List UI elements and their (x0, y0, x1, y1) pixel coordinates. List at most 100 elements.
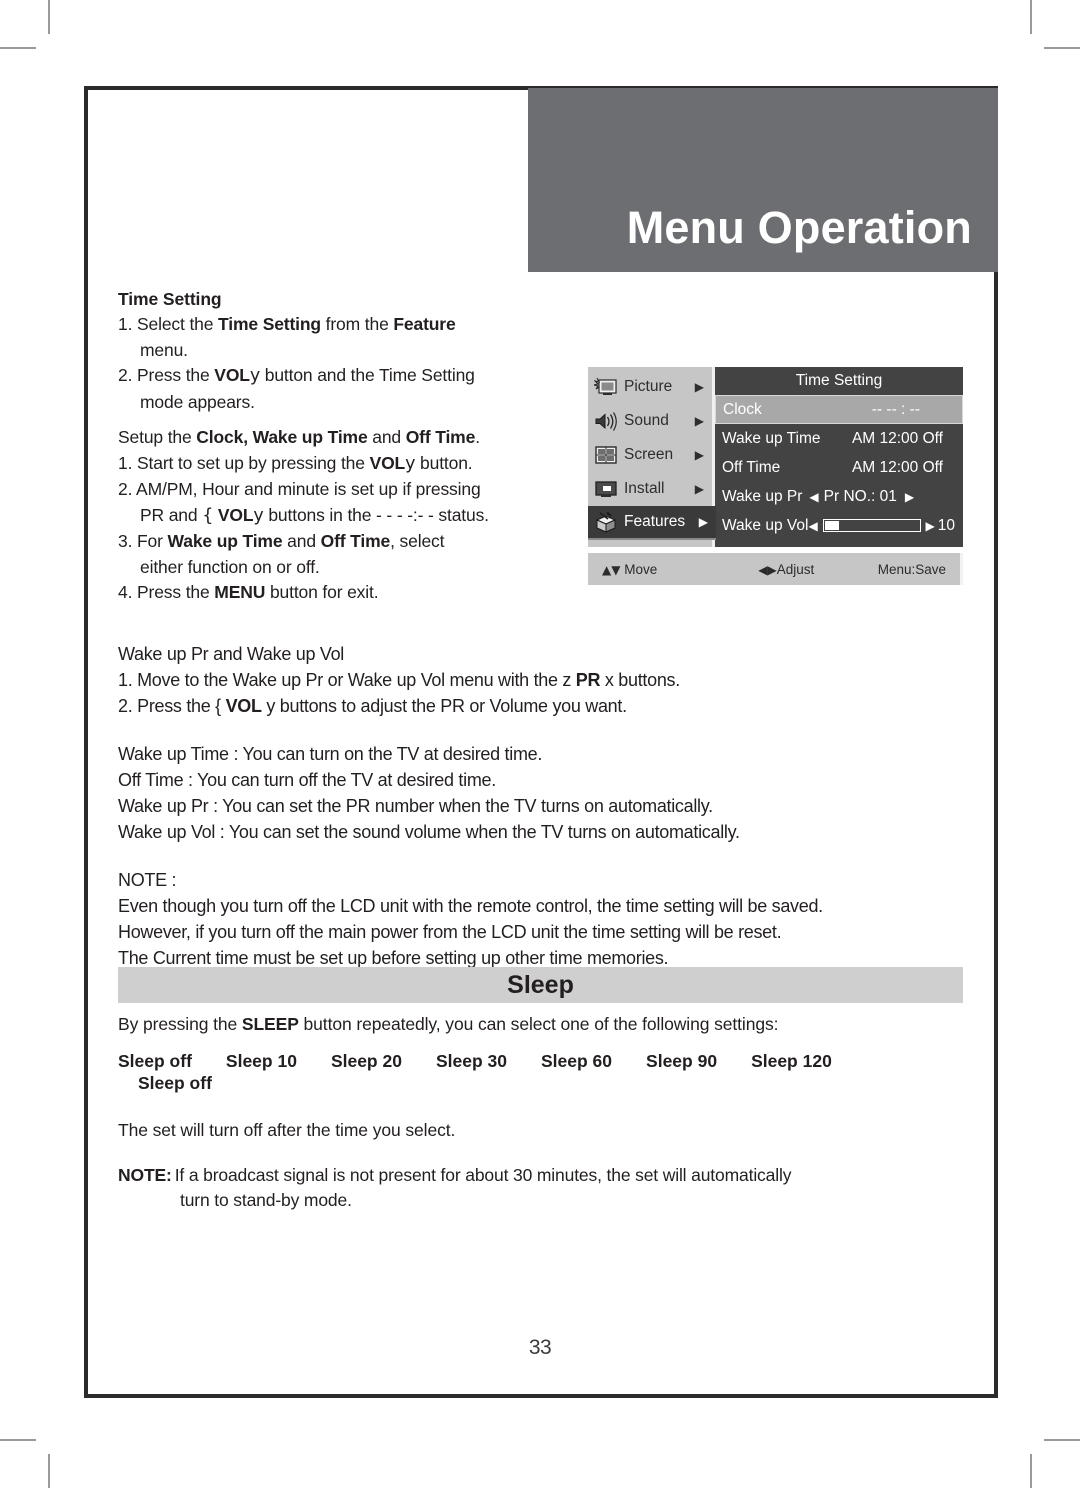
wake-step1-a: 1. Move to the Wake up Pr or Wake up Vol… (118, 670, 576, 690)
osd-row-wake-up-vol[interactable]: Wake up Vol ◀ ▶ 10 (715, 511, 963, 540)
desc-wake-up-time: Wake up Time : You can turn on the TV at… (118, 744, 543, 764)
wake-up-step-1: 1. Move to the Wake up Pr or Wake up Vol… (118, 667, 968, 693)
setup-off-time-bold: Off Time (405, 427, 476, 447)
crop-mark-top-left-vertical (48, 0, 50, 34)
setup-step1-vol-bold: VOL (369, 452, 406, 473)
setup-step-2-cont: PR and { VOLy buttons in the - - - -:- -… (118, 503, 580, 530)
sleep-option: Sleep 10 (225, 1051, 297, 1071)
osd-row-clock[interactable]: Clock -- -- : -- (715, 395, 963, 424)
vol-down-arrow-icon: y (405, 453, 416, 474)
osd-row-label: Clock (723, 400, 762, 418)
sleep-section-title: Sleep (507, 970, 574, 999)
vol-down-arrow-icon: y (249, 366, 261, 386)
setup-step3-wake-bold: Wake up Time (167, 531, 283, 551)
step1-time-setting-bold: Time Setting (218, 314, 321, 334)
osd-row-label: Wake up Time (722, 429, 821, 447)
osd-sidebar-item-features[interactable]: Features ▶ (588, 506, 716, 540)
osd-footer-bar: ▲▼ Move ◀▶Adjust Menu:Save (588, 553, 963, 585)
osd-row-wake-up-time[interactable]: Wake up Time AM 12:00 Off (715, 424, 963, 453)
chevron-right-icon: ▶ (694, 448, 704, 462)
osd-sidebar-label: Screen (624, 446, 674, 463)
sleep-options-wrap: Sleep off (138, 1073, 212, 1093)
osd-sidebar-label: Sound (624, 412, 669, 429)
setup-step2-f: buttons in the - - - -:- - status. (263, 504, 489, 525)
osd-row-wake-up-pr[interactable]: Wake up Pr ◀ Pr NO.: 01 ▶ (715, 482, 963, 511)
osd-row-value: AM 12:00 Off (851, 429, 943, 447)
osd-footer-adjust: ◀▶Adjust (758, 562, 870, 577)
osd-row-label: Wake up Pr (722, 487, 803, 505)
time-setting-step-1: 1. Select the Time Setting from the Feat… (118, 312, 580, 338)
vol-up-arrow-icon: { (202, 505, 214, 526)
osd-row-label: Wake up Vol (722, 516, 809, 534)
vol-down-arrow-icon: y (253, 505, 264, 526)
chevron-right-icon: ▶ (698, 515, 708, 529)
sleep-note-row: NOTE: If a broadcast signal is not prese… (118, 1163, 968, 1188)
osd-footer-save: Menu:Save (877, 561, 946, 577)
sleep-note-text: If a broadcast signal is not present for… (174, 1165, 792, 1185)
note-line-1: Even though you turn off the LCD unit wi… (118, 896, 823, 916)
osd-row-value: AM 12:00 Off (851, 458, 943, 476)
setup-step3-e: , select (390, 531, 445, 551)
osd-sidebar-item-install[interactable]: Install ▶ (588, 472, 712, 506)
osd-sidebar-item-sound[interactable]: Sound ▶ (588, 404, 712, 438)
sleep-option: Sleep 20 (330, 1051, 402, 1071)
setup-step3-a: 3. For (118, 531, 168, 551)
note-line-2: However, if you turn off the main power … (118, 922, 782, 942)
chapter-title: Menu Operation (626, 202, 972, 253)
time-setting-heading: Time Setting (118, 289, 222, 309)
setup-clock-wake-bold: Clock, Wake up Time (196, 427, 368, 447)
osd-sidebar-item-screen[interactable]: Screen ▶ (588, 438, 712, 472)
setup-part-a: Setup the (118, 427, 197, 447)
crop-mark-bottom-left-vertical (48, 1454, 50, 1488)
setup-step-4: 4. Press the MENU button for exit. (118, 580, 580, 606)
decrease-arrow-icon[interactable]: ◀ (808, 519, 817, 533)
sleep-option: Sleep off (118, 1051, 192, 1071)
sleep-note-continuation: turn to stand-by mode. (180, 1190, 352, 1210)
wake-up-description-section: Wake up Pr and Wake up Vol 1. Move to th… (118, 641, 968, 971)
up-down-arrows-icon: ▲▼ (602, 562, 621, 577)
desc-wake-up-vol: Wake up Vol : You can set the sound volu… (118, 822, 740, 842)
sleep-option: Sleep 60 (541, 1051, 613, 1071)
crop-mark-bottom-right-vertical (1030, 1454, 1032, 1488)
step1-part-c: from the (320, 314, 394, 334)
sleep-section-body: By pressing the SLEEP button repeatedly,… (118, 1012, 968, 1213)
osd-row-label: Off Time (722, 458, 781, 476)
page-number: 33 (528, 1336, 552, 1359)
step2-part-d: button and the Time Setting (260, 365, 475, 385)
volume-slider[interactable] (822, 519, 921, 532)
setup-step2-b: PR and (140, 504, 203, 525)
setup-step-3: 3. For Wake up Time and Off Time, select (118, 529, 580, 555)
wake-step2-a: 2. Press the { (118, 696, 226, 716)
sleep-note-label: NOTE: (118, 1165, 172, 1185)
setup-step1-a: 1. Start to set up by pressing the (118, 452, 370, 473)
crop-mark-bottom-left-horizontal (0, 1439, 36, 1441)
crop-mark-top-right-vertical (1030, 0, 1032, 34)
setup-step4-menu-bold: MENU (214, 582, 266, 602)
setup-step4-c: button for exit. (265, 582, 379, 602)
note-heading: NOTE : (118, 870, 177, 890)
osd-sidebar-item-picture[interactable]: Picture ▶ (588, 370, 712, 404)
increase-arrow-icon[interactable]: ▶ (926, 519, 935, 533)
setup-step3-c: and (282, 531, 321, 551)
step2-vol-bold: VOL (214, 365, 250, 385)
step1-feature-bold: Feature (393, 314, 456, 334)
osd-sidebar-label: Install (624, 480, 665, 497)
setup-period: . (475, 427, 480, 447)
osd-main-area: Picture ▶ Sound ▶ Screen ▶ Install ▶ Fea… (588, 367, 963, 547)
wake-up-heading: Wake up Pr and Wake up Vol (118, 644, 344, 664)
sleep-button-bold: SLEEP (241, 1014, 299, 1034)
decrease-arrow-icon[interactable]: ◀ (809, 490, 818, 504)
chevron-right-icon: ▶ (694, 482, 704, 496)
osd-row-off-time[interactable]: Off Time AM 12:00 Off (715, 453, 963, 482)
time-setting-step-2: 2. Press the VOLy button and the Time Se… (118, 363, 580, 390)
increase-arrow-icon[interactable]: ▶ (905, 490, 914, 504)
setup-step-2: 2. AM/PM, Hour and minute is set up if p… (118, 479, 481, 499)
chevron-right-icon: ▶ (694, 380, 704, 394)
crop-mark-bottom-right-horizontal (1044, 1439, 1080, 1441)
osd-footer-move: ▲▼ Move (588, 562, 758, 577)
sleep-intro-c: button repeatedly, you can select one of… (298, 1014, 779, 1034)
